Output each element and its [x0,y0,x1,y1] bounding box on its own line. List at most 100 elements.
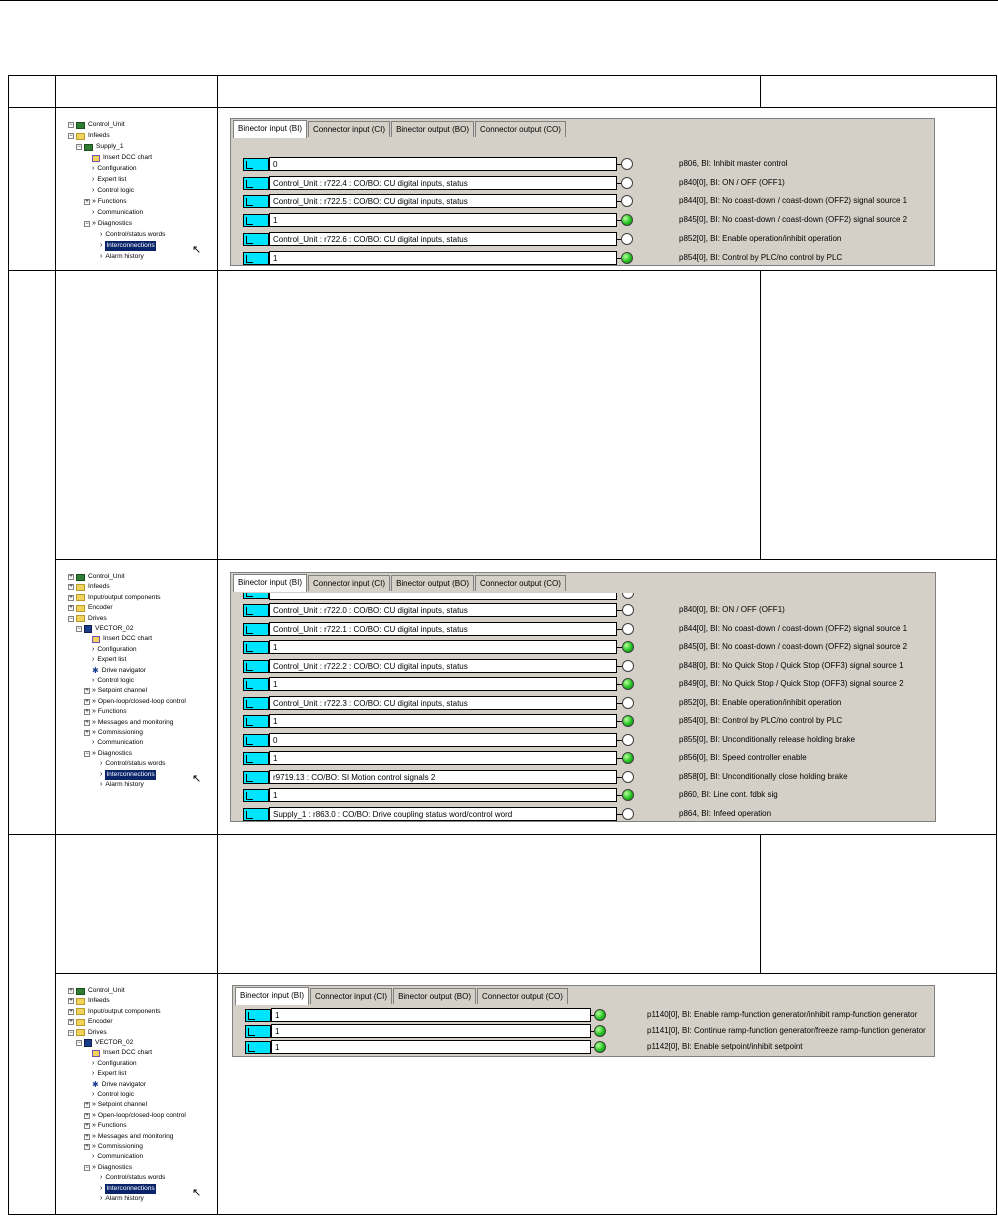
expand-icon[interactable]: + [84,730,90,736]
tree-item[interactable]: Insert DCC chart [84,1048,152,1058]
connect-button[interactable] [243,807,269,821]
connect-button[interactable] [243,593,269,599]
connect-button[interactable] [243,604,269,617]
tab-binector-input[interactable]: Binector input (BI) [235,987,310,1005]
signal-source-field[interactable]: Control_Unit : r722.6 : CO/BO: CU digita… [269,231,617,246]
tab-connector-input[interactable]: Connector input (CI) [310,988,393,1004]
tree-item[interactable]: › Communication [84,1152,143,1162]
tree-item[interactable]: +» Open-loop/closed-loop control [84,1111,186,1121]
tree-item[interactable]: › Configuration [84,164,137,174]
connect-button[interactable] [243,678,269,691]
collapse-icon[interactable]: − [68,122,74,128]
expand-icon[interactable]: + [84,199,90,205]
collapse-icon[interactable]: − [76,144,82,150]
signal-source-field[interactable]: 1 [269,213,617,228]
expand-icon[interactable]: + [68,605,74,612]
expand-icon[interactable]: + [68,1008,74,1015]
tree-item[interactable]: › Alarm history [92,252,144,262]
tree-item[interactable]: − VECTOR_02 [76,624,133,634]
connect-button[interactable] [243,789,269,802]
tree-item[interactable]: +» Functions [84,707,127,717]
signal-source-field[interactable]: 1 [271,1024,591,1038]
tree-item[interactable]: + Input/output components [68,593,161,603]
tab-binector-output[interactable]: Binector output (BO) [391,575,474,591]
expand-icon[interactable]: + [84,1112,90,1119]
tab-binector-output[interactable]: Binector output (BO) [391,121,474,137]
signal-source-field[interactable]: 1 [269,640,617,654]
signal-source-field[interactable]: 0 [269,157,617,171]
signal-source-field[interactable]: Control_Unit : r722.0 : CO/BO: CU digita… [269,603,617,617]
tree-item[interactable]: − Control_Unit [68,120,125,130]
tree-item[interactable]: −» Diagnostics [84,1163,132,1173]
tree-item[interactable]: − Infeeds [68,131,110,141]
connect-button[interactable] [243,622,269,636]
tree-item[interactable]: › Alarm history [92,1194,144,1204]
tree-item[interactable]: + Control_Unit [68,572,125,582]
tree-item[interactable]: › Control/status words [92,759,165,769]
tab-connector-input[interactable]: Connector input (CI) [308,575,391,591]
signal-source-field[interactable]: Control_Unit : r722.5 : CO/BO: CU digita… [269,194,617,209]
tree-item[interactable]: › Interconnections [92,1183,156,1194]
collapse-icon[interactable]: − [84,1164,90,1171]
tab-connector-input[interactable]: Connector input (CI) [308,121,391,137]
signal-source-field[interactable]: 1 [269,788,617,802]
tab-binector-input[interactable]: Binector input (BI) [233,120,308,138]
expand-icon[interactable]: + [68,574,74,580]
expand-icon[interactable]: + [68,584,74,591]
tree-item[interactable]: Insert DCC chart [84,634,152,644]
tree-item[interactable]: +» Messages and monitoring [84,1132,173,1142]
tab-connector-output[interactable]: Connector output (CO) [474,575,566,591]
tree-item[interactable]: › Control logic [84,676,134,686]
connect-button[interactable] [243,176,269,190]
signal-source-field[interactable]: 1 [271,1040,591,1054]
tree-item[interactable]: +» Messages and monitoring [84,718,173,728]
connect-button[interactable] [243,733,269,747]
signal-source-field[interactable]: 1 [269,677,617,691]
tree-item[interactable]: › Interconnections [92,241,156,251]
tree-item[interactable]: › Configuration [84,1059,137,1069]
tree-item[interactable]: +» Setpoint channel [84,1100,147,1110]
signal-source-field[interactable]: Control_Unit : r722.4 : CO/BO: CU digita… [269,175,617,190]
tab-binector-input[interactable]: Binector input (BI) [233,574,308,592]
tree-item[interactable]: + Control_Unit [68,986,125,996]
tree-item[interactable]: − Drives [68,1028,107,1038]
expand-icon[interactable]: + [84,1144,90,1150]
expand-icon[interactable]: + [68,1019,74,1026]
expand-icon[interactable]: + [68,998,74,1005]
tree-item[interactable]: ✱ Drive navigator [84,666,146,676]
tree-item[interactable]: › Control logic [84,186,134,196]
connect-button[interactable] [243,696,269,710]
tree-item[interactable]: + Input/output components [68,1007,161,1017]
expand-icon[interactable]: + [84,719,90,726]
tree-item[interactable]: Insert DCC chart [84,153,152,163]
expand-icon[interactable]: + [84,1102,90,1109]
tree-item[interactable]: − VECTOR_02 [76,1038,133,1048]
tree-item[interactable]: › Communication [84,208,143,218]
collapse-icon[interactable]: − [84,221,90,227]
connect-button[interactable] [243,641,269,654]
tree-item[interactable]: › Expert list [84,655,126,665]
connect-button[interactable] [243,770,269,784]
tree-item[interactable]: +» Commissioning [84,1142,143,1152]
connect-button[interactable] [243,715,269,728]
signal-source-field[interactable]: 1 [269,751,617,765]
tree-item[interactable]: › Interconnections [92,769,156,780]
signal-source-field[interactable]: r9719.13 : CO/BO: SI Motion control sign… [269,769,617,784]
tree-item[interactable]: − Drives [68,614,107,624]
signal-source-field[interactable]: 1 [271,1008,591,1022]
tree-item[interactable]: ✱ Drive navigator [84,1080,146,1090]
tree-item[interactable]: + Encoder [68,603,113,613]
signal-source-field[interactable]: Supply_1 : r863.0 : CO/BO: Drive couplin… [269,806,617,821]
tab-connector-output[interactable]: Connector output (CO) [474,121,566,137]
signal-source-field[interactable]: 1 [269,250,617,265]
expand-icon[interactable]: + [84,698,90,705]
tree-item[interactable]: › Expert list [84,1069,126,1079]
tab-connector-output[interactable]: Connector output (CO) [476,988,568,1004]
signal-source-field[interactable]: 1 [269,714,617,728]
tree-item[interactable]: › Alarm history [92,780,144,790]
connect-button[interactable] [245,1009,271,1022]
tree-item[interactable]: › Control/status words [92,230,165,240]
tree-item[interactable]: › Configuration [84,645,137,655]
tree-item[interactable]: +» Setpoint channel [84,686,147,696]
signal-source-field[interactable]: Control_Unit : r722.1 : CO/BO: CU digita… [269,621,617,636]
